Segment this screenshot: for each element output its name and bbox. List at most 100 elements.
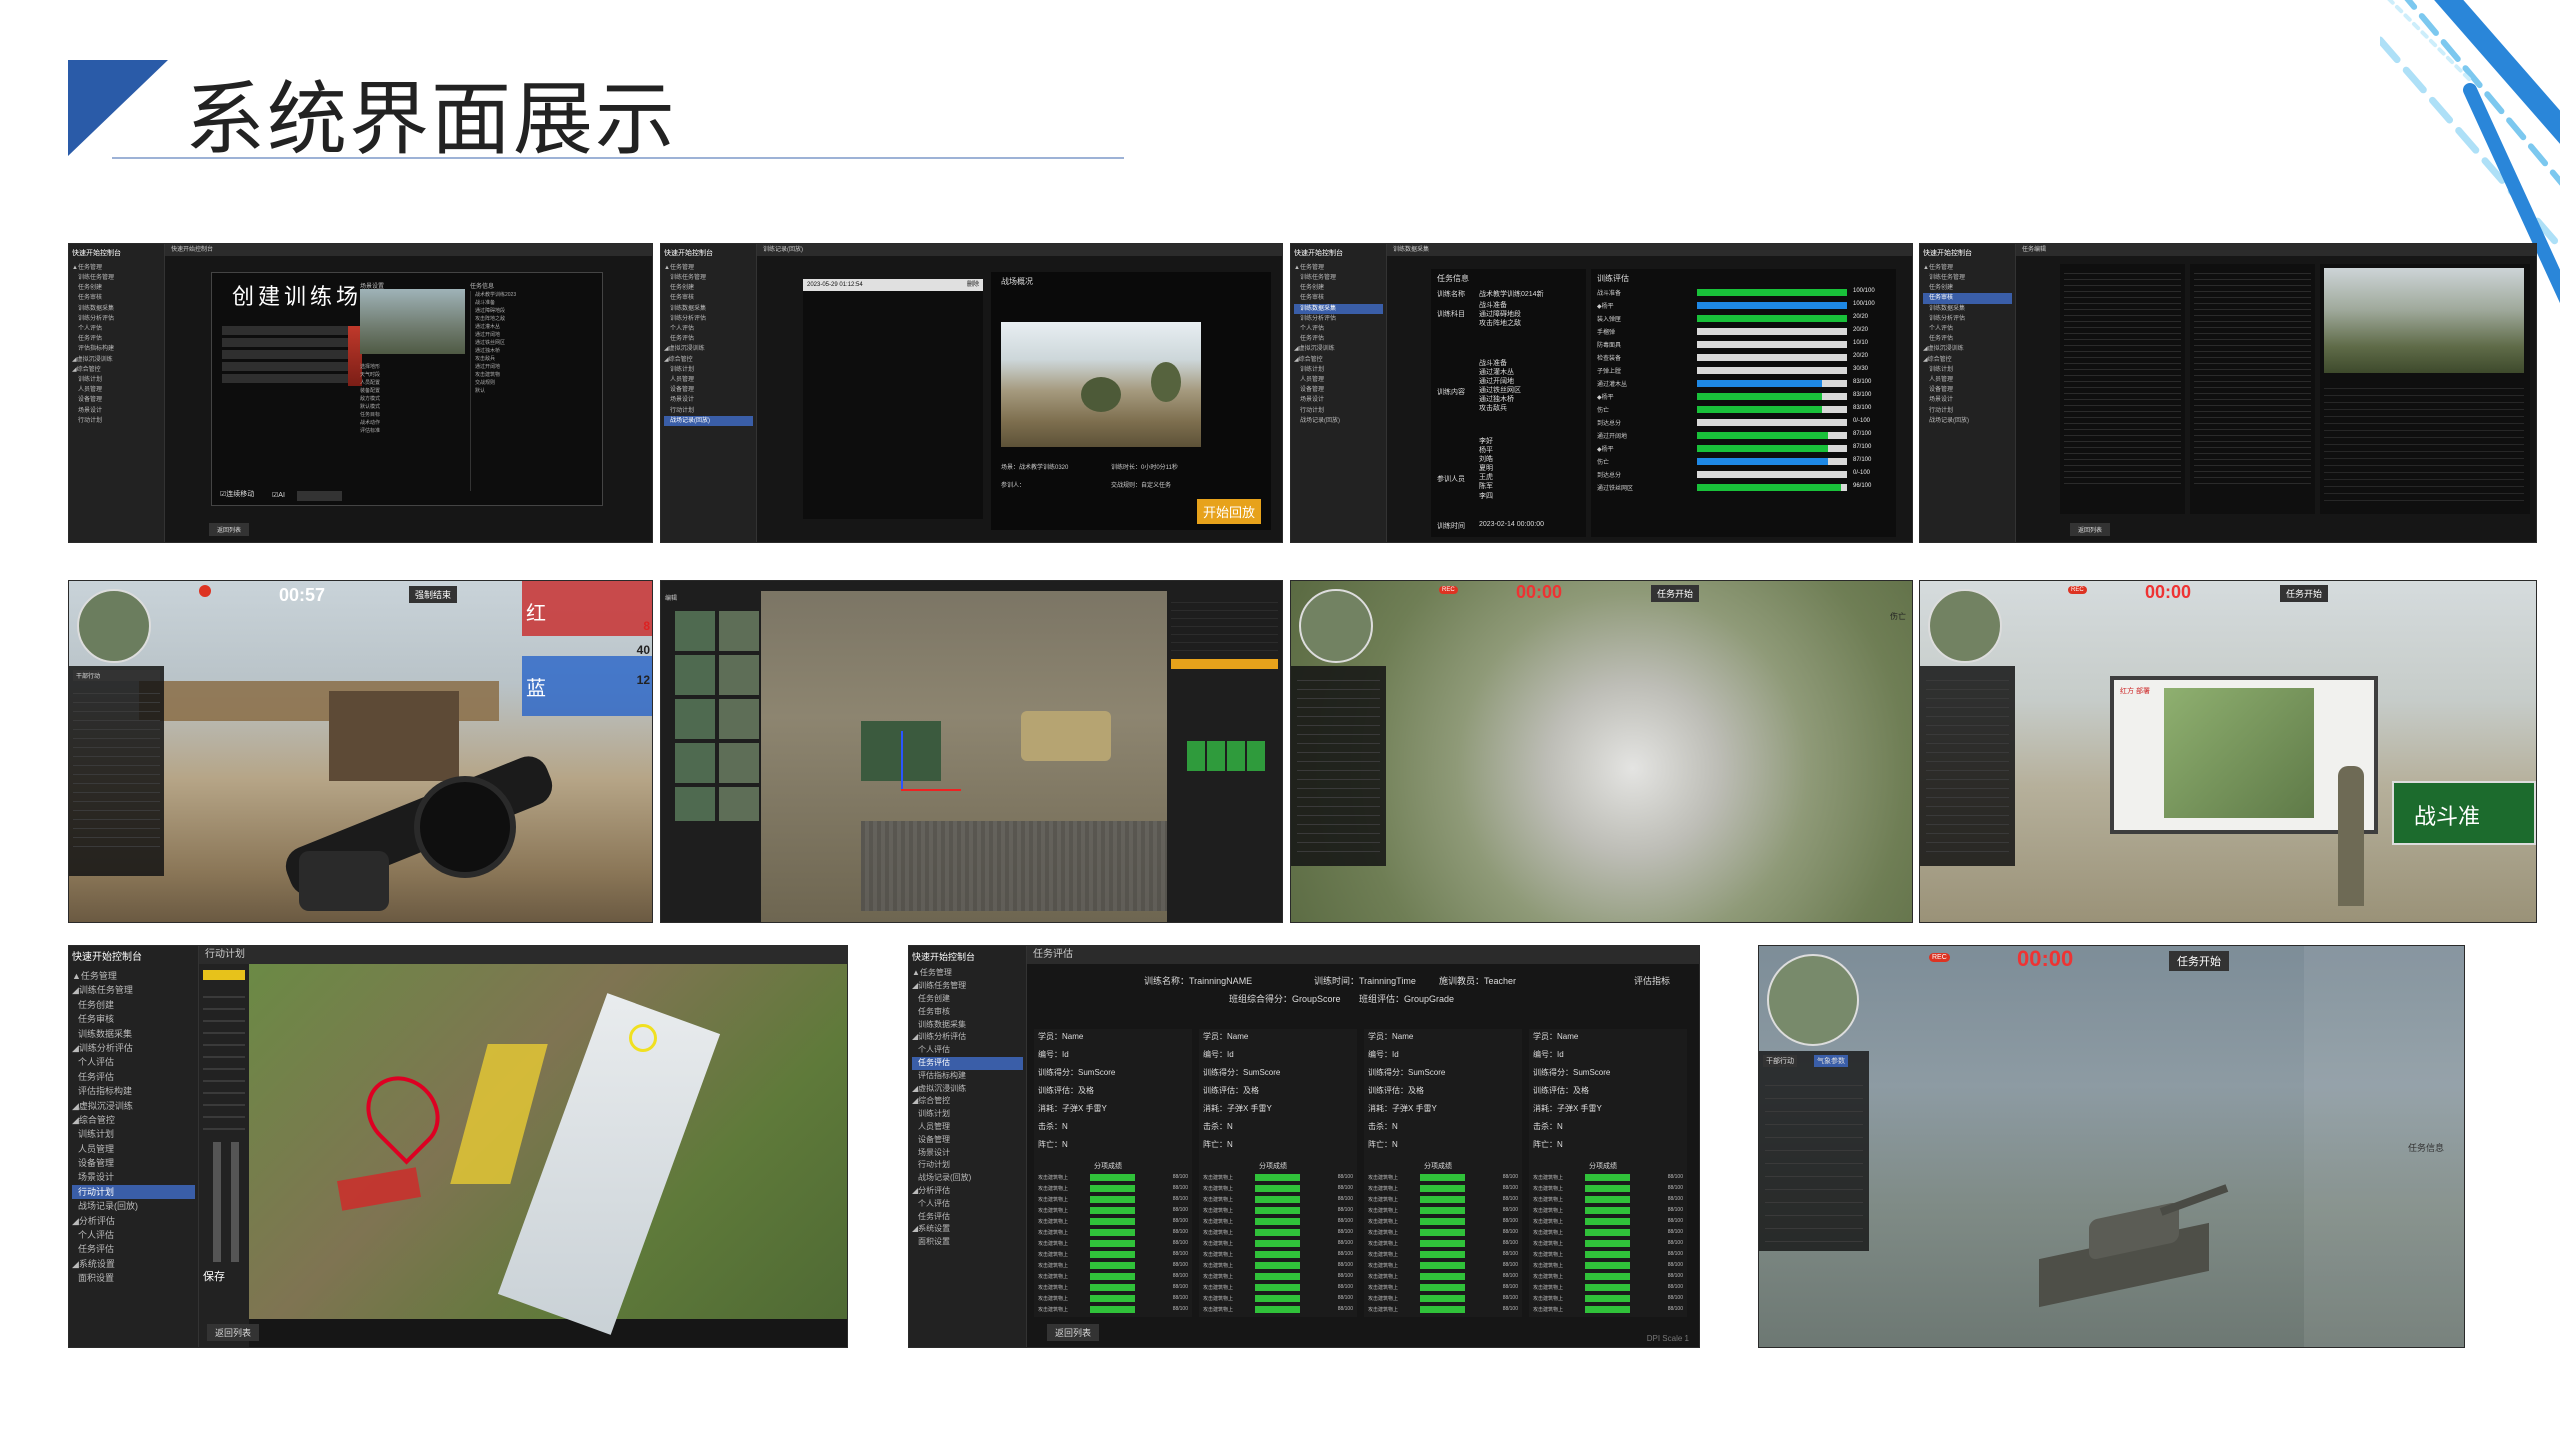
menu-item[interactable]: 任务评估 bbox=[72, 1242, 195, 1256]
menu-item[interactable]: 场景设计 bbox=[912, 1147, 1023, 1160]
start-task-button[interactable]: 任务开始 bbox=[2169, 951, 2229, 971]
score-bar-fill bbox=[1697, 354, 1847, 361]
training-name-value: 战术教学训练0214新 bbox=[1479, 291, 1544, 298]
back-to-list-button[interactable]: 返回列表 bbox=[1047, 1324, 1100, 1341]
back-to-list-button[interactable]: 返回列表 bbox=[2070, 523, 2111, 536]
sub-score-row: 攻击建筑物上 88/100 bbox=[1038, 1173, 1188, 1182]
sub-score-value: 88/100 bbox=[1172, 1251, 1188, 1257]
eval-score: 20/20 bbox=[1853, 314, 1869, 320]
menu-item[interactable]: 个人评估 bbox=[912, 1044, 1023, 1057]
minimap bbox=[1767, 954, 1859, 1046]
menu-item[interactable]: 人员管理 bbox=[912, 1121, 1023, 1134]
start-task-button[interactable]: 任务开始 bbox=[2280, 585, 2329, 602]
tab-cadre-action[interactable]: 干部行动 bbox=[1763, 1055, 1797, 1067]
student-kill: 击杀：N bbox=[1203, 1122, 1233, 1131]
delete-button[interactable]: 删除 bbox=[967, 279, 979, 291]
menu-item[interactable]: ◢分析评估 bbox=[912, 1185, 1023, 1198]
menu-item[interactable]: 任务评估 bbox=[912, 1056, 1023, 1070]
sub-score-value: 88/100 bbox=[1502, 1262, 1518, 1268]
tab-cadre-action[interactable]: 干部行动 bbox=[73, 670, 160, 681]
vehicle-object[interactable] bbox=[1021, 711, 1111, 761]
sub-score-bar bbox=[1585, 1229, 1630, 1236]
force-end-button[interactable]: 强制结束 bbox=[409, 586, 458, 603]
slide-title: 系统界面展示 bbox=[185, 73, 677, 166]
yellow-target-marker[interactable] bbox=[629, 1024, 657, 1052]
menu-item[interactable]: 评估指标构建 bbox=[912, 1070, 1023, 1083]
menu-item[interactable]: ◢综合管控 bbox=[912, 1095, 1023, 1108]
menu-item[interactable]: 行动计划 bbox=[72, 1184, 195, 1200]
menu-item[interactable]: ◢系统设置 bbox=[72, 1257, 195, 1271]
back-to-list-button[interactable]: 返回列表 bbox=[207, 1324, 260, 1341]
menu-item[interactable]: ◢训练任务管理 bbox=[72, 983, 195, 997]
eval-item-label: 到达总分 bbox=[1597, 473, 1622, 479]
menu-item[interactable]: ◢训练任务管理 bbox=[912, 980, 1023, 993]
continuous-move-checkbox[interactable]: ☑连续移动 bbox=[220, 489, 254, 499]
menu-item[interactable]: ▲任务管理 bbox=[912, 967, 1023, 980]
create-button[interactable] bbox=[297, 491, 342, 501]
menu-item[interactable]: 任务审核 bbox=[912, 1006, 1023, 1019]
menu-item[interactable]: 面积设置 bbox=[912, 1236, 1023, 1249]
menu-item[interactable]: ▲任务管理 bbox=[72, 969, 195, 983]
tab-weather-params[interactable]: 气象参数 bbox=[1814, 1055, 1848, 1067]
start-replay-button[interactable]: 开始回放 bbox=[1196, 499, 1261, 524]
menu-item[interactable]: ◢虚拟沉浸训练 bbox=[912, 1083, 1023, 1096]
menu-item[interactable]: ◢虚拟沉浸训练 bbox=[72, 1099, 195, 1113]
red-target-marker[interactable] bbox=[351, 1061, 455, 1165]
menu-item[interactable]: 训练计划 bbox=[912, 1108, 1023, 1121]
sub-score-row: 攻击建筑物上 88/100 bbox=[1203, 1228, 1353, 1237]
menu-item[interactable]: 训练数据采集 bbox=[912, 1019, 1023, 1032]
menu-item[interactable]: 评估指标构建 bbox=[72, 1084, 195, 1098]
casualty-label: 伤亡 bbox=[1890, 612, 1906, 621]
red-zone[interactable] bbox=[337, 1167, 421, 1211]
menu-item[interactable]: 任务评估 bbox=[912, 1211, 1023, 1224]
gizmo-axis[interactable] bbox=[901, 789, 961, 791]
sub-score-row: 攻击建筑物上 88/100 bbox=[1038, 1206, 1188, 1215]
terrain-map[interactable] bbox=[249, 964, 847, 1335]
sidebar-menu: 快速开始控制台 ▲任务管理 训练任务管理 任务创建 任务审核 训练数据采集 训练分析评估… bbox=[1291, 244, 1387, 542]
student-ammo: 消耗：子弹X 手雷Y bbox=[1368, 1104, 1437, 1113]
record-item[interactable]: 2023-05-29 01:12:54 删除 bbox=[803, 279, 983, 291]
start-task-button[interactable]: 任务开始 bbox=[1651, 585, 1700, 602]
eval-item-label: 防毒面具 bbox=[1597, 343, 1622, 349]
menu-item[interactable]: ◢综合管控 bbox=[72, 1113, 195, 1127]
eval-item-label: 到达总分 bbox=[1597, 421, 1622, 427]
menu-item[interactable]: 个人评估 bbox=[72, 1228, 195, 1242]
control-panel bbox=[1291, 666, 1386, 866]
menu-item[interactable]: ◢系统设置 bbox=[912, 1223, 1023, 1236]
menu-item[interactable]: ◢训练分析评估 bbox=[72, 1041, 195, 1055]
menu-item[interactable]: 个人评估 bbox=[912, 1198, 1023, 1211]
menu-item[interactable]: 个人评估 bbox=[72, 1055, 195, 1069]
sidebar-menu: 快速开始控制台 ▲任务管理 ◢训练任务管理 任务创建 任务审核 训练数据采集 ◢训练分析评… bbox=[909, 946, 1027, 1347]
ai-checkbox[interactable]: ☑AI bbox=[272, 491, 285, 499]
menu-item[interactable]: 任务审核 bbox=[72, 1012, 195, 1026]
menu-item[interactable]: 任务创建 bbox=[72, 998, 195, 1012]
yellow-zone[interactable] bbox=[450, 1044, 548, 1184]
gizmo-axis[interactable] bbox=[901, 731, 903, 791]
sub-score-value: 88/100 bbox=[1172, 1196, 1188, 1202]
menu-item[interactable]: 场景设计 bbox=[72, 1170, 195, 1184]
sub-score-bar bbox=[1585, 1273, 1630, 1280]
menu-item[interactable]: 任务创建 bbox=[912, 993, 1023, 1006]
training-time: 训练时间：TrainningTime bbox=[1314, 976, 1416, 986]
menu-item[interactable]: 设备管理 bbox=[912, 1134, 1023, 1147]
sub-score-item: 攻击建筑物上 bbox=[1533, 1208, 1564, 1214]
menu-item[interactable]: 训练数据采集 bbox=[72, 1027, 195, 1041]
menu-item[interactable]: 战场记录(回放) bbox=[912, 1172, 1023, 1185]
menu-item[interactable]: 人员管理 bbox=[72, 1142, 195, 1156]
menu-item[interactable]: ◢分析评估 bbox=[72, 1214, 195, 1228]
sub-score-value: 88/100 bbox=[1172, 1218, 1188, 1224]
score-bar bbox=[1697, 458, 1847, 465]
menu-item[interactable]: 训练计划 bbox=[72, 1127, 195, 1141]
sub-score-row: 攻击建筑物上 88/100 bbox=[1203, 1217, 1353, 1226]
menu-item[interactable]: ◢训练分析评估 bbox=[912, 1031, 1023, 1044]
save-button[interactable]: 保存 bbox=[203, 1268, 245, 1284]
menu-item[interactable]: 任务评估 bbox=[72, 1070, 195, 1084]
menu-item[interactable]: 面积设置 bbox=[72, 1271, 195, 1285]
eval-index-button[interactable]: 评估指标 bbox=[1634, 974, 1670, 987]
panel-task-evaluation: 快速开始控制台 ▲任务管理 ◢训练任务管理 任务创建 任务审核 训练数据采集 ◢训练分析评… bbox=[908, 945, 1700, 1348]
menu-item[interactable]: 行动计划 bbox=[912, 1159, 1023, 1172]
menu-item[interactable]: 战场记录(回放) bbox=[72, 1199, 195, 1213]
back-to-list-button[interactable]: 返回列表 bbox=[209, 523, 250, 536]
title-underline bbox=[112, 157, 1124, 159]
menu-item[interactable]: 设备管理 bbox=[72, 1156, 195, 1170]
